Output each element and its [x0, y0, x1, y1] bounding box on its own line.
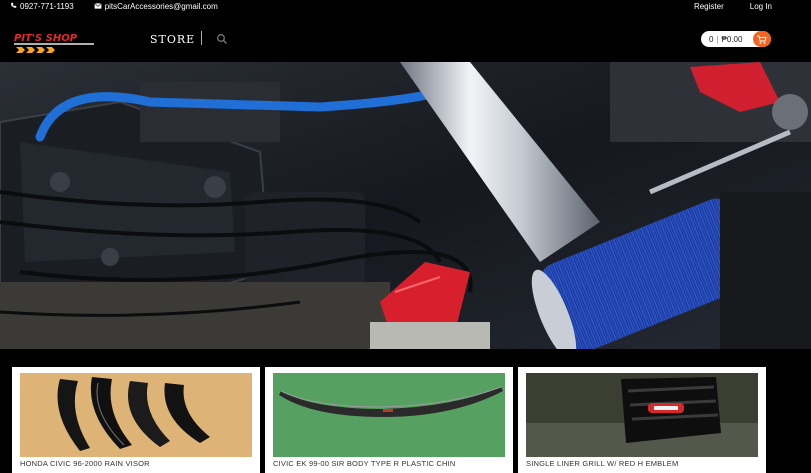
search-icon[interactable]: [216, 32, 228, 44]
cart-icon: [753, 31, 771, 47]
site-logo[interactable]: PIT'S SHOP: [12, 30, 98, 54]
email-contact: pitsCarAccessories@gmail.com: [94, 2, 218, 11]
header: PIT'S SHOP STORE 0 | ₱0.00: [0, 15, 811, 62]
product-image-grill[interactable]: [526, 373, 758, 457]
phone-contact: 0927-771-1193: [10, 2, 74, 11]
product-image-rain-visor[interactable]: [20, 373, 252, 457]
product-grid: HONDA CIVIC 96-2000 RAIN VISOR CIVIC EK …: [0, 349, 811, 473]
nav-divider: [201, 31, 202, 45]
cart-divider: |: [716, 34, 719, 44]
top-bar: 0927-771-1193 pitsCarAccessories@gmail.c…: [0, 0, 811, 15]
product-card[interactable]: SINGLE LINER GRILL W/ RED H EMBLEM: [518, 367, 766, 473]
product-image-chin-lip[interactable]: [273, 373, 505, 457]
phone-icon: [10, 2, 17, 11]
hero-engine-image: [0, 62, 811, 349]
email-address: pitsCarAccessories@gmail.com: [104, 2, 218, 11]
cart-total: ₱0.00: [721, 34, 743, 44]
product-name[interactable]: SINGLE LINER GRILL W/ RED H EMBLEM: [526, 459, 678, 468]
cart-button[interactable]: 0 | ₱0.00: [701, 31, 771, 47]
nav-store-link[interactable]: STORE: [150, 33, 195, 46]
envelope-icon: [94, 2, 102, 11]
login-link[interactable]: Log In: [750, 2, 772, 11]
product-name[interactable]: CIVIC EK 99-00 SIR BODY TYPE R PLASTIC C…: [273, 459, 456, 468]
cart-count: 0: [709, 34, 714, 44]
phone-number: 0927-771-1193: [20, 2, 74, 11]
product-name[interactable]: HONDA CIVIC 96-2000 RAIN VISOR: [20, 459, 150, 468]
product-card[interactable]: CIVIC EK 99-00 SIR BODY TYPE R PLASTIC C…: [265, 367, 513, 473]
product-card[interactable]: HONDA CIVIC 96-2000 RAIN VISOR: [12, 367, 260, 473]
hero-slider[interactable]: [0, 62, 811, 349]
svg-text:PIT'S SHOP: PIT'S SHOP: [14, 33, 78, 44]
register-link[interactable]: Register: [694, 2, 724, 11]
